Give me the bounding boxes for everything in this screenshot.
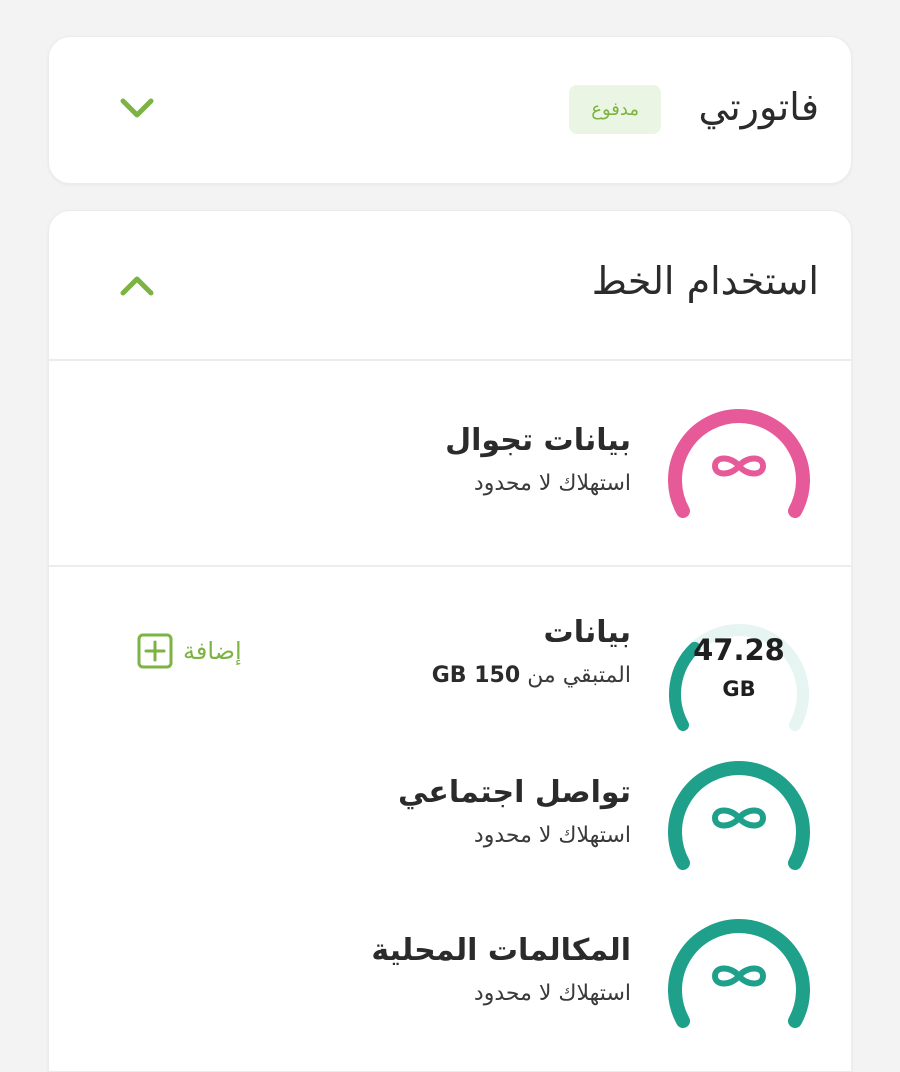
bill-title: فاتورتي xyxy=(698,85,819,129)
chevron-down-icon[interactable] xyxy=(117,89,157,129)
line-usage-card: استخدام الخط بيانات تجوال استهلاك لا محد… xyxy=(48,210,852,1072)
infinity-icon xyxy=(711,965,767,987)
data-remaining-value: 47.28 xyxy=(693,633,785,667)
add-data-button[interactable]: إضافة xyxy=(137,633,242,669)
item-subtitle: استهلاك لا محدود xyxy=(473,823,631,848)
item-subtitle: استهلاك لا محدود xyxy=(473,981,631,1006)
item-title: بيانات xyxy=(543,615,631,650)
status-badge: مدفوع xyxy=(569,85,661,134)
divider xyxy=(49,359,851,361)
plus-square-icon xyxy=(137,633,173,669)
data-gauge xyxy=(669,624,809,731)
usage-item-social[interactable]: تواصل اجتماعي استهلاك لا محدود xyxy=(49,745,851,895)
social-gauge xyxy=(668,761,810,870)
remaining-total: 150 GB xyxy=(431,663,521,688)
infinity-icon xyxy=(711,807,767,829)
data-remaining-unit: GB xyxy=(722,677,756,701)
chevron-up-icon[interactable] xyxy=(117,265,157,305)
roaming-data-gauge xyxy=(668,409,810,518)
add-label: إضافة xyxy=(183,637,242,665)
item-title: تواصل اجتماعي xyxy=(398,775,631,810)
line-usage-title: استخدام الخط xyxy=(591,259,819,303)
usage-item-local-calls[interactable]: المكالمات المحلية استهلاك لا محدود xyxy=(49,903,851,1053)
remaining-prefix: المتبقي من xyxy=(527,663,631,688)
divider xyxy=(49,565,851,567)
local-calls-gauge xyxy=(668,919,810,1028)
item-subtitle: استهلاك لا محدود xyxy=(473,471,631,496)
usage-item-roaming-data[interactable]: بيانات تجوال استهلاك لا محدود xyxy=(49,393,851,543)
infinity-icon xyxy=(711,455,767,477)
data-remaining-text: المتبقي من 150 GB xyxy=(432,663,631,688)
item-title: بيانات تجوال xyxy=(445,423,631,458)
bill-card[interactable]: فاتورتي مدفوع xyxy=(48,36,852,184)
item-title: المكالمات المحلية xyxy=(371,933,631,968)
usage-item-data[interactable]: 47.28 GB بيانات المتبقي من 150 GB إضافة xyxy=(49,607,851,757)
